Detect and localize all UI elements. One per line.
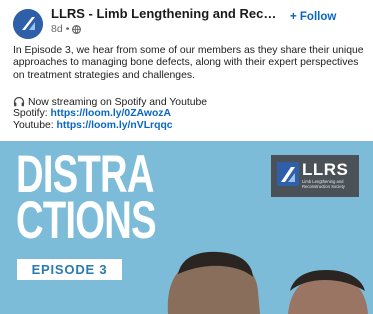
youtube-link[interactable]: https://loom.ly/nVLrqqc <box>57 120 173 131</box>
avatar[interactable] <box>13 9 43 39</box>
episode-label: EPISODE 3 <box>17 259 122 280</box>
youtube-line: Youtube: https://loom.ly/nVLrqqc <box>13 120 173 132</box>
post-meta: 8d • <box>51 23 82 35</box>
spotify-link[interactable]: https://loom.ly/0ZAwozA <box>51 108 171 119</box>
post-description: In Episode 3, we hear from some of our m… <box>13 45 364 81</box>
headphones-icon <box>13 96 25 107</box>
llrs-logo-icon <box>13 9 43 39</box>
image-title: DISTRA CTIONS <box>16 148 157 250</box>
badge-subtext: Limb Lengthening and Reconstruction Soci… <box>302 179 345 189</box>
post-image[interactable]: DISTRA CTIONS EPISODE 3 LLRS Limb Length… <box>0 141 373 314</box>
streaming-text: Now streaming on Spotify and Youtube <box>28 97 208 108</box>
llrs-badge: LLRS Limb Lengthening and Reconstruction… <box>271 155 359 197</box>
llrs-badge-logo-icon <box>277 162 299 186</box>
badge-text: LLRS <box>302 160 349 179</box>
youtube-label: Youtube: <box>13 120 54 131</box>
image-title-line-2: CTIONS <box>16 191 157 250</box>
meta-separator: • <box>65 23 70 35</box>
follow-button[interactable]: + Follow <box>290 11 336 23</box>
post-time: 8d <box>51 23 63 35</box>
globe-icon <box>72 24 82 34</box>
post-author[interactable]: LLRS - Limb Lengthening and Recon-... <box>51 6 281 21</box>
spotify-line: Spotify: https://loom.ly/0ZAwozA <box>13 108 171 120</box>
spotify-label: Spotify: <box>13 108 48 119</box>
feed-post: LLRS - Limb Lengthening and Recon-... 8d… <box>0 0 373 314</box>
